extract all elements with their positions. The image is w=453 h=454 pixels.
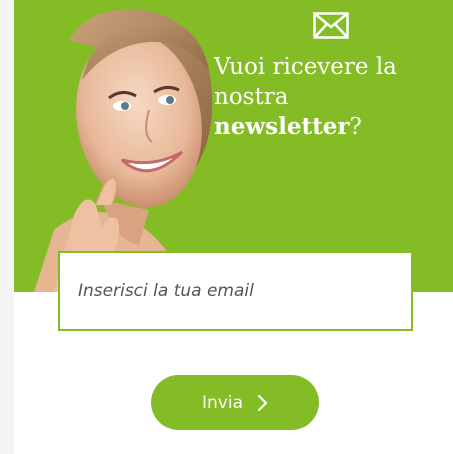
headline-line-1: Vuoi ricevere la <box>214 54 397 80</box>
headline-line-2: nostra <box>214 84 289 110</box>
submit-button[interactable]: Invia <box>151 375 319 430</box>
email-input[interactable] <box>60 253 411 329</box>
headline-bold-word: newsletter <box>214 113 350 140</box>
headline-line-3: newsletter? <box>214 112 444 142</box>
envelope-icon <box>313 12 349 39</box>
newsletter-banner: Vuoi ricevere la nostra newsletter? <box>14 0 453 292</box>
submit-button-label: Invia <box>202 392 243 413</box>
newsletter-headline: Vuoi ricevere la nostra newsletter? <box>214 52 444 142</box>
newsletter-widget: Vuoi ricevere la nostra newsletter? Invi… <box>14 0 453 454</box>
woman-portrait <box>34 9 213 292</box>
headline-question-mark: ? <box>349 114 362 140</box>
chevron-right-icon <box>257 394 268 411</box>
email-field-container <box>58 251 413 331</box>
